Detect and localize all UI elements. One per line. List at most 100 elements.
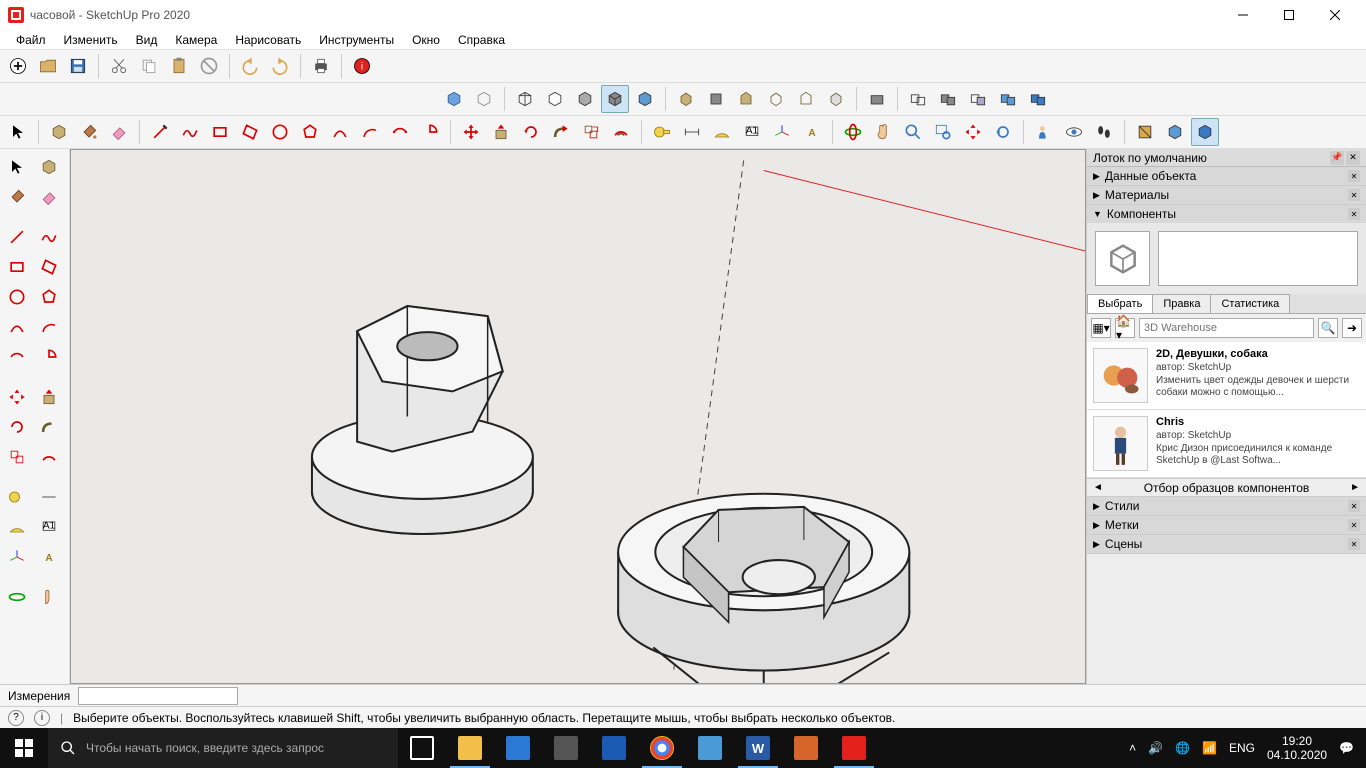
lt-protractor[interactable] — [2, 513, 32, 541]
close-button[interactable] — [1312, 0, 1358, 30]
menu-tools[interactable]: Инструменты — [311, 31, 402, 49]
followme-tool-button[interactable] — [547, 118, 575, 146]
copy-button[interactable] — [135, 52, 163, 80]
freehand-tool-button[interactable] — [176, 118, 204, 146]
taskbar-app-calc[interactable] — [542, 728, 590, 768]
viewport-3d[interactable] — [70, 149, 1086, 684]
menu-draw[interactable]: Нарисовать — [227, 31, 309, 49]
polygon-tool-button[interactable] — [296, 118, 324, 146]
warehouse-button-5[interactable] — [994, 85, 1022, 113]
paste-button[interactable] — [165, 52, 193, 80]
style-shaded-textures-button[interactable] — [601, 85, 629, 113]
look-around-button[interactable] — [1060, 118, 1088, 146]
tray-language[interactable]: ENG — [1229, 741, 1255, 755]
menu-file[interactable]: Файл — [8, 31, 54, 49]
view-top-button[interactable] — [702, 85, 730, 113]
rotate-tool-button[interactable] — [517, 118, 545, 146]
undo-button[interactable] — [236, 52, 264, 80]
panel-styles[interactable]: ▶Стили✕ — [1087, 497, 1366, 516]
move-tool-button[interactable] — [457, 118, 485, 146]
zoom-tool-button[interactable] — [899, 118, 927, 146]
rectangle-tool-button[interactable] — [206, 118, 234, 146]
lt-freehand[interactable] — [34, 223, 64, 251]
save-button[interactable] — [64, 52, 92, 80]
menu-view[interactable]: Вид — [128, 31, 166, 49]
warehouse-button-4[interactable] — [964, 85, 992, 113]
zoom-extents-button[interactable] — [959, 118, 987, 146]
minimize-button[interactable] — [1220, 0, 1266, 30]
lt-3dtext[interactable]: A — [34, 543, 64, 571]
tray-header[interactable]: Лоток по умолчанию 📌 ✕ — [1087, 149, 1366, 167]
lt-offset[interactable] — [34, 443, 64, 471]
protractor-tool-button[interactable] — [708, 118, 736, 146]
3pt-arc-tool-button[interactable] — [386, 118, 414, 146]
lt-pan[interactable] — [34, 583, 64, 611]
panel-entity-info[interactable]: ▶Данные объекта✕ — [1087, 167, 1366, 186]
menu-window[interactable]: Окно — [404, 31, 448, 49]
zoom-window-button[interactable] — [929, 118, 957, 146]
position-camera-button[interactable] — [1030, 118, 1058, 146]
eraser-button[interactable] — [105, 118, 133, 146]
task-view-button[interactable] — [398, 728, 446, 768]
warehouse-button-2[interactable] — [904, 85, 932, 113]
lt-paint[interactable] — [2, 183, 32, 211]
lt-2pt-arc[interactable] — [34, 313, 64, 341]
new-file-button[interactable] — [4, 52, 32, 80]
lt-orbit[interactable] — [2, 583, 32, 611]
taskbar-app-sketchup[interactable] — [830, 728, 878, 768]
start-button[interactable] — [0, 728, 48, 768]
lt-dimension[interactable] — [34, 483, 64, 511]
panel-scenes[interactable]: ▶Сцены✕ — [1087, 535, 1366, 554]
help-icon[interactable]: ? — [8, 710, 24, 726]
style-wireframe-button[interactable] — [511, 85, 539, 113]
tab-select[interactable]: Выбрать — [1087, 294, 1153, 313]
lt-component[interactable] — [34, 153, 64, 181]
component-list[interactable]: 2D, Девушки, собака автор: SketchUp Изме… — [1087, 342, 1366, 478]
circle-tool-button[interactable] — [266, 118, 294, 146]
line-tool-button[interactable] — [146, 118, 174, 146]
view-left-button[interactable] — [822, 85, 850, 113]
paint-bucket-button[interactable] — [75, 118, 103, 146]
panel-close-icon[interactable]: ✕ — [1348, 519, 1360, 531]
lt-rot-rect[interactable] — [34, 253, 64, 281]
panel-materials[interactable]: ▶Материалы✕ — [1087, 186, 1366, 205]
offset-tool-button[interactable] — [607, 118, 635, 146]
open-file-button[interactable] — [34, 52, 62, 80]
taskbar-search[interactable]: Чтобы начать поиск, введите здесь запрос — [48, 728, 398, 768]
view-back-button[interactable] — [792, 85, 820, 113]
axes-tool-button[interactable] — [768, 118, 796, 146]
2pt-arc-tool-button[interactable] — [356, 118, 384, 146]
lt-rect[interactable] — [2, 253, 32, 281]
pushpull-tool-button[interactable] — [487, 118, 515, 146]
panel-close-icon[interactable]: ✕ — [1348, 500, 1360, 512]
taskbar-app-mail[interactable] — [590, 728, 638, 768]
section-cut-button[interactable] — [1191, 118, 1219, 146]
tray-chevron-icon[interactable]: ˄ — [1129, 741, 1136, 755]
style-hidden-line-button[interactable] — [541, 85, 569, 113]
menu-edit[interactable]: Изменить — [56, 31, 126, 49]
section-display-button[interactable] — [1161, 118, 1189, 146]
style-monochrome-button[interactable] — [631, 85, 659, 113]
lt-circle[interactable] — [2, 283, 32, 311]
3dtext-tool-button[interactable]: A — [798, 118, 826, 146]
scale-tool-button[interactable] — [577, 118, 605, 146]
make-component-button[interactable] — [45, 118, 73, 146]
style-back-edges-button[interactable] — [470, 85, 498, 113]
tape-tool-button[interactable] — [648, 118, 676, 146]
taskbar-app-store[interactable] — [494, 728, 542, 768]
print-button[interactable] — [307, 52, 335, 80]
lt-pushpull[interactable] — [34, 383, 64, 411]
delete-button[interactable] — [195, 52, 223, 80]
dimension-tool-button[interactable] — [678, 118, 706, 146]
redo-button[interactable] — [266, 52, 294, 80]
lt-tape[interactable] — [2, 483, 32, 511]
tray-clock[interactable]: 19:20 04.10.2020 — [1267, 734, 1327, 763]
view-mode-button[interactable]: ▦▾ — [1091, 318, 1111, 338]
component-description-field[interactable] — [1158, 231, 1358, 286]
prev-view-button[interactable] — [989, 118, 1017, 146]
lt-scale[interactable] — [2, 443, 32, 471]
lt-select[interactable] — [2, 153, 32, 181]
panel-close-icon[interactable]: ✕ — [1348, 538, 1360, 550]
section-plane-button[interactable] — [1131, 118, 1159, 146]
lt-move[interactable] — [2, 383, 32, 411]
